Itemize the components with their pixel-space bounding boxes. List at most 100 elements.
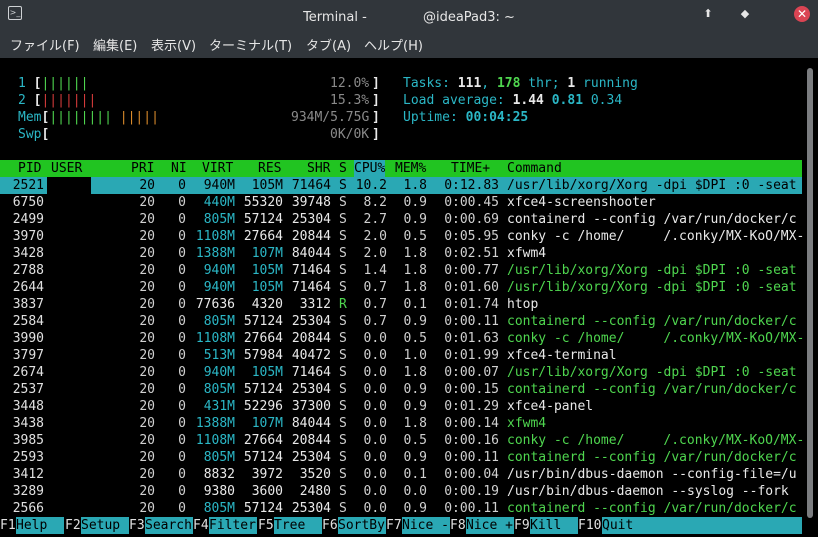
cell-mem: 0.9 bbox=[403, 450, 427, 465]
process-row[interactable]: 3990 20 0 1108M 27664 20844 S 0.0 0.5 0:01.63 conk… bbox=[0, 330, 804, 347]
function-key-bar: F1 Help F2 Setup F3 Search F4 Filter F5 Tree F6… bbox=[0, 517, 802, 534]
cell-res: 52296 bbox=[243, 399, 283, 414]
fkey-f7[interactable]: F7 bbox=[386, 517, 402, 534]
fkey-label-f4[interactable]: Filter bbox=[209, 517, 257, 534]
process-row[interactable]: 3797 20 0 513M 57984 40472 S 0.0 1.0 0:01.99 xfce4… bbox=[0, 347, 802, 364]
cell-pid: 3797 bbox=[12, 348, 44, 363]
fkey-f5[interactable]: F5 bbox=[258, 517, 274, 534]
cell-s: S bbox=[339, 263, 347, 278]
process-row[interactable]: 2537 20 0 805M 57124 25304 S 0.0 0.9 0:00.15 conta… bbox=[0, 381, 802, 398]
cell-shr: 71464 bbox=[291, 280, 331, 295]
col-mem[interactable]: MEM% bbox=[395, 160, 426, 177]
col-virt[interactable]: VIRT bbox=[202, 160, 233, 177]
col-res[interactable]: RES bbox=[258, 160, 281, 177]
menu-edit[interactable]: 編集(E) bbox=[93, 35, 137, 54]
process-row[interactable]: 2788 20 0 940M 105M 71464 S 1.4 1.8 0:00.77/usr/l… bbox=[0, 262, 802, 279]
fkey-f9[interactable]: F9 bbox=[514, 517, 530, 534]
cell-ni: 0 bbox=[178, 195, 186, 210]
cell-time: 0:00.19 bbox=[444, 484, 499, 499]
cell-shr: 20844 bbox=[291, 433, 331, 448]
cell-cmd: containerd --config /var/run/docker/c bbox=[507, 382, 797, 397]
fkey-label-f10[interactable]: Quit bbox=[602, 517, 802, 534]
process-row[interactable]: 2499 20 0 805M 57124 25304 S 2.7 0.9 0:00.69 conta… bbox=[0, 211, 802, 228]
fkey-label-f2[interactable]: Setup bbox=[81, 517, 129, 534]
cell-res: 57124 bbox=[243, 450, 283, 465]
cell-pri: 20 bbox=[139, 331, 155, 346]
cell-s: S bbox=[339, 399, 347, 414]
menu-help[interactable]: ヘルプ(H) bbox=[364, 35, 423, 54]
cell-res: 27664 bbox=[243, 433, 283, 448]
cell-virt: 513M bbox=[203, 348, 235, 363]
scrollbar[interactable] bbox=[806, 58, 814, 534]
cell-cpu: 1.4 bbox=[363, 263, 387, 278]
fkey-f10[interactable]: F10 bbox=[578, 517, 601, 534]
minimize-icon[interactable]: ⬆ bbox=[700, 6, 716, 22]
fkey-f4[interactable]: F4 bbox=[193, 517, 209, 534]
menu-file[interactable]: ファイル(F) bbox=[10, 35, 80, 54]
process-row[interactable]: 2584 20 0 805M 57124 25304 S 0.7 0.9 0:00.11 conta… bbox=[0, 313, 802, 330]
fkey-label-f1[interactable]: Help bbox=[16, 517, 64, 534]
menu-view[interactable]: 表示(V) bbox=[151, 35, 196, 54]
process-row[interactable]: 3985 20 0 1108M 27664 20844 S 0.0 0.5 0:00.16 conk… bbox=[0, 432, 804, 449]
fkey-f2[interactable]: F2 bbox=[65, 517, 81, 534]
cell-pri: 20 bbox=[139, 348, 155, 363]
cell-ni: 0 bbox=[178, 331, 186, 346]
cell-time: 0:00.16 bbox=[444, 433, 499, 448]
col-state[interactable]: S bbox=[339, 160, 347, 177]
cell-cpu: 0.7 bbox=[363, 297, 387, 312]
cell-mem: 0.1 bbox=[403, 297, 427, 312]
redacted-user bbox=[47, 415, 91, 432]
process-row[interactable]: 3837 20 0 77636 4320 3312 R 0.7 0.1 0:01.74 htop bbox=[0, 296, 802, 313]
cell-virt: 1108M bbox=[195, 433, 235, 448]
redacted-user bbox=[47, 449, 91, 466]
cell-pid: 2593 bbox=[12, 450, 44, 465]
process-row[interactable]: 2644 20 0 940M 105M 71464 S 0.7 1.8 0:01.60/usr/l… bbox=[0, 279, 802, 296]
col-time[interactable]: TIME+ bbox=[451, 160, 490, 177]
process-row[interactable]: 2566 20 0 805M 57124 25304 S 0.0 0.9 0:00.11 conta… bbox=[0, 500, 802, 517]
cell-pid: 3438 bbox=[12, 416, 44, 431]
redacted-user bbox=[47, 466, 91, 483]
fkey-label-f3[interactable]: Search bbox=[145, 517, 193, 534]
process-row[interactable]: 2521 20 0 940M 105M 71464 S 10.2 1.8 0:12.83/usr/… bbox=[0, 177, 802, 194]
cell-mem: 0.9 bbox=[403, 314, 427, 329]
col-shr[interactable]: SHR bbox=[307, 160, 330, 177]
process-row[interactable]: 3289 20 0 9380 3600 2480 S 0.0 0.0 0:00.19/usr/bi… bbox=[0, 483, 802, 500]
col-pid[interactable]: PID bbox=[18, 160, 41, 177]
terminal-area[interactable]: 1 [|||||| 12.0% ] 2 [||||||| 15.3% ] Mem… bbox=[0, 58, 818, 537]
process-row[interactable]: 3448 20 0 431M 52296 37300 S 0.0 0.9 0:01.29 xfce4… bbox=[0, 398, 802, 415]
process-row[interactable]: 3428 20 0 1388M 107M 84044 S 2.0 1.8 0:02.51 xfwm4 bbox=[0, 245, 802, 262]
col-cpu[interactable]: CPU% bbox=[354, 160, 386, 177]
scrollbar-thumb[interactable] bbox=[807, 68, 813, 518]
cell-cmd: xfwm4 bbox=[507, 416, 547, 431]
menu-tabs[interactable]: タブ(A) bbox=[306, 35, 351, 54]
fkey-f8[interactable]: F8 bbox=[450, 517, 466, 534]
fkey-f1[interactable]: F1 bbox=[0, 517, 16, 534]
cell-pri: 20 bbox=[139, 212, 155, 227]
close-icon[interactable]: ✕ bbox=[794, 6, 810, 22]
process-row[interactable]: 6750 20 0 440M 55320 39748 S 8.2 0.9 0:00.45 xfce4… bbox=[0, 194, 802, 211]
menu-terminal[interactable]: ターミナル(T) bbox=[209, 35, 292, 54]
cell-shr: 25304 bbox=[291, 212, 331, 227]
fkey-f3[interactable]: F3 bbox=[129, 517, 145, 534]
process-row[interactable]: 2593 20 0 805M 57124 25304 S 0.0 0.9 0:00.11 conta… bbox=[0, 449, 802, 466]
process-row[interactable]: 3412 20 0 8832 3972 3520 S 0.0 0.1 0:00.04/usr/bi… bbox=[0, 466, 802, 483]
cell-time: 0:01.63 bbox=[444, 331, 499, 346]
fkey-label-f9[interactable]: Kill bbox=[530, 517, 578, 534]
col-command[interactable]: Command bbox=[507, 160, 562, 177]
cell-cmd: /usr/lib/xorg/Xorg -dpi $DPI :0 -seat bbox=[507, 178, 797, 193]
fkey-label-f7[interactable]: Nice - bbox=[402, 517, 450, 534]
fkey-label-f5[interactable]: Tree bbox=[274, 517, 322, 534]
col-user[interactable]: USER bbox=[51, 160, 82, 177]
process-row[interactable]: 3438 20 0 1388M 107M 84044 S 0.0 1.8 0:00.14 xfwm4 bbox=[0, 415, 802, 432]
fkey-label-f6[interactable]: SortBy bbox=[338, 517, 386, 534]
col-ni[interactable]: NI bbox=[171, 160, 187, 177]
terminal-window: >_ Terminal - @ideaPad3: ~ ⬆ ◆ ✕ ファイル(F)… bbox=[0, 0, 818, 537]
maximize-icon[interactable]: ◆ bbox=[737, 6, 753, 22]
process-row[interactable]: 2674 20 0 940M 105M 71464 S 0.0 1.8 0:00.07/usr/l… bbox=[0, 364, 802, 381]
cell-pri: 20 bbox=[139, 195, 155, 210]
process-row[interactable]: 3970 20 0 1108M 27664 20844 S 2.0 0.5 0:05.95 conk… bbox=[0, 228, 804, 245]
fkey-label-f8[interactable]: Nice + bbox=[466, 517, 514, 534]
fkey-f6[interactable]: F6 bbox=[322, 517, 338, 534]
col-pri[interactable]: PRI bbox=[131, 160, 154, 177]
cell-cpu: 0.0 bbox=[363, 484, 387, 499]
